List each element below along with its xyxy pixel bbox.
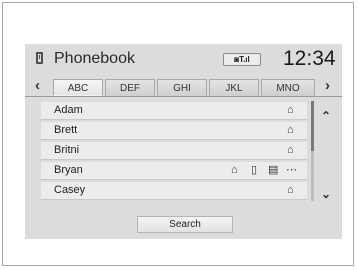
scroll-down-icon[interactable]: ⌄ xyxy=(321,188,331,200)
home-icon: ⌂ xyxy=(287,124,294,136)
contact-row[interactable]: Brett ⌂ xyxy=(41,122,307,140)
scroll-up-icon[interactable]: ⌃ xyxy=(321,110,331,122)
mobile-icon: ▯ xyxy=(251,164,258,176)
home-icon: ⌂ xyxy=(287,144,294,156)
tab-def[interactable]: DEF xyxy=(105,79,155,96)
contact-row[interactable]: Britni ⌂ xyxy=(41,142,307,160)
tab-ghi[interactable]: GHI xyxy=(157,79,207,96)
contact-row[interactable]: Adam ⌂ xyxy=(41,102,307,120)
tab-bar: ‹ ABC DEF GHI JKL MNO › xyxy=(25,78,342,97)
tab-prev-icon[interactable]: ‹ xyxy=(35,78,40,94)
scrollbar[interactable] xyxy=(311,101,314,201)
home-icon: ⌂ xyxy=(287,104,294,116)
tab-next-icon[interactable]: › xyxy=(325,78,330,94)
clock: 12:34 xyxy=(283,47,336,70)
contact-name: Adam xyxy=(54,104,83,116)
phone-icon xyxy=(36,52,43,64)
contact-row[interactable]: Bryan ⌂ ▯ ▤ ⋯ xyxy=(41,162,307,180)
status-indicator: ◙T.ıl xyxy=(223,53,261,66)
contact-row[interactable]: Casey ⌂ xyxy=(41,182,307,200)
contact-name: Casey xyxy=(54,184,86,196)
figure-frame: Phonebook ◙T.ıl 12:34 ‹ ABC DEF GHI JKL … xyxy=(2,2,354,266)
tab-mno[interactable]: MNO xyxy=(261,79,315,96)
phonebook-screen: Phonebook ◙T.ıl 12:34 ‹ ABC DEF GHI JKL … xyxy=(25,44,342,239)
scroll-thumb[interactable] xyxy=(311,101,314,151)
tab-abc[interactable]: ABC xyxy=(53,79,103,96)
more-icon: ⋯ xyxy=(286,164,297,176)
search-button[interactable]: Search xyxy=(137,216,233,233)
tab-jkl[interactable]: JKL xyxy=(209,79,259,96)
page-title: Phonebook xyxy=(54,50,135,67)
contact-name: Brett xyxy=(54,124,78,136)
home-icon: ⌂ xyxy=(287,184,294,196)
contact-list: Adam ⌂ Brett ⌂ Britni ⌂ Bryan ⌂ ▯ ▤ ⋯ Ca… xyxy=(41,102,307,202)
contact-name: Bryan xyxy=(54,164,83,176)
office-icon: ▤ xyxy=(268,164,279,176)
contact-name: Britni xyxy=(54,144,80,156)
home-icon: ⌂ xyxy=(231,164,238,176)
